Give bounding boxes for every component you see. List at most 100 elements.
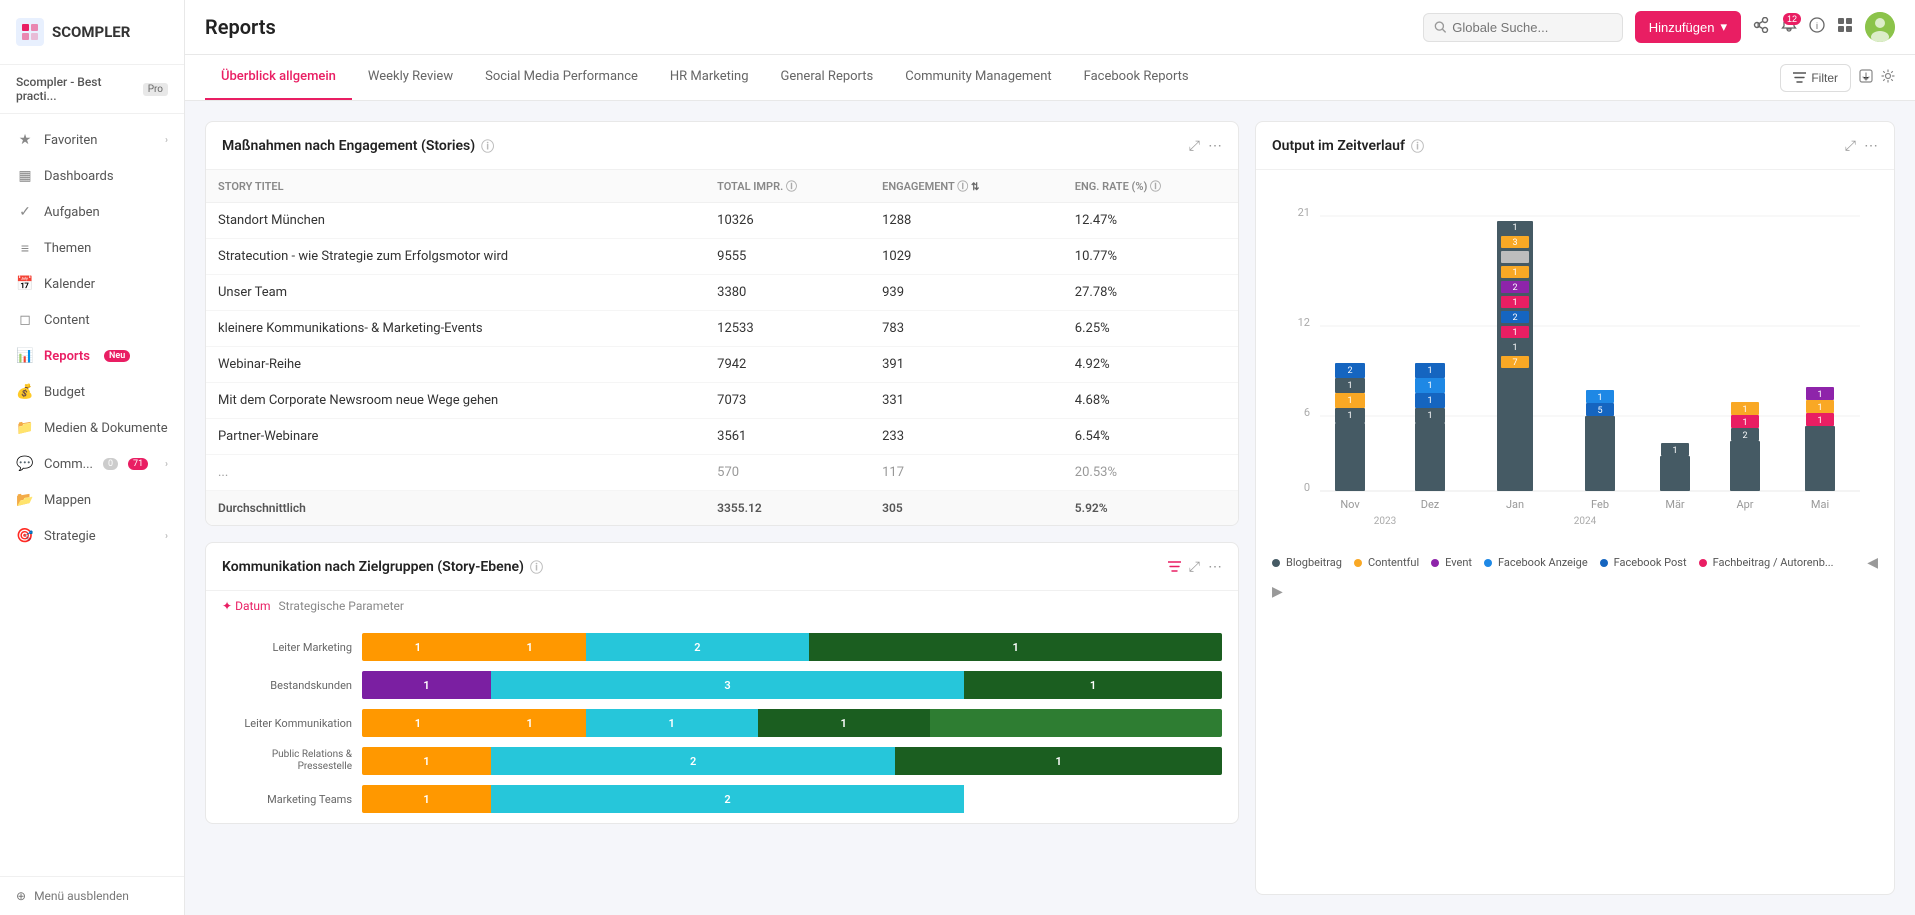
card-actions: ⤢ ⋯ [1168,558,1222,575]
table-row: Standort München 10326 1288 12.47% [206,203,1238,239]
gear-icon [1881,69,1895,83]
sidebar-item-budget[interactable]: 💰 Budget [0,374,184,410]
search-input[interactable] [1452,20,1611,35]
notification-button[interactable]: 12 [1781,17,1797,38]
cell-titel: ... [206,455,705,491]
tab-hr[interactable]: HR Marketing [654,55,765,100]
chart-next-button[interactable]: ▶ [1272,583,1283,600]
sidebar-item-comm[interactable]: 💬 Comm... 0 71 › [0,446,184,482]
hide-menu-button[interactable]: ⊕ Menü ausblenden [16,889,168,903]
svg-text:1: 1 [1817,416,1822,426]
bar-segment [930,709,1222,737]
search-box[interactable] [1423,13,1623,42]
sidebar-item-reports[interactable]: 📊 Reports Neu [0,338,184,374]
svg-text:1: 1 [1742,405,1747,415]
calendar-icon: 📅 [16,275,34,293]
cell-impr: 7942 [705,347,870,383]
sidebar-item-content[interactable]: ◻ Content [0,302,184,338]
sidebar-item-favoriten[interactable]: ★ Favoriten › [0,122,184,158]
sidebar-item-label: Kalender [44,277,95,292]
avg-label: Durchschnittlich [206,491,705,526]
svg-text:2: 2 [1512,283,1517,293]
cell-impr: 9555 [705,239,870,275]
workspace-row: Scompler - Best practi... Pro [0,65,184,114]
settings-button[interactable] [1881,69,1895,86]
legend-label: Contentful [1368,556,1419,569]
avatar[interactable] [1865,12,1895,42]
more-kommunikation-button[interactable]: ⋯ [1208,558,1222,575]
kommunikation-card-header: Kommunikation nach Zielgruppen (Story-Eb… [206,543,1238,591]
sidebar-item-strategie[interactable]: 🎯 Strategie › [0,518,184,554]
more-button[interactable]: ⋯ [1208,137,1222,154]
average-row: Durchschnittlich 3355.12 305 5.92% [206,491,1238,526]
sidebar-footer: ⊕ Menü ausblenden [0,876,184,915]
bar-label: Bestandskunden [222,679,362,692]
svg-text:12: 12 [1298,316,1310,329]
kommunikation-info-icon[interactable]: ⓘ [530,557,543,576]
sidebar-item-medien[interactable]: 📁 Medien & Dokumente [0,410,184,446]
cell-rate: 4.92% [1063,347,1238,383]
legend-event: Event [1431,556,1472,569]
chevron-right-icon: › [165,459,168,470]
col-info-icon[interactable]: ⓘ [957,180,968,193]
svg-text:5: 5 [1597,406,1602,416]
svg-text:6: 6 [1304,406,1310,419]
cell-titel: Unser Team [206,275,705,311]
cell-titel: Standort München [206,203,705,239]
col-info-icon[interactable]: ⓘ [1150,180,1161,193]
bar-segment: 1 [362,785,491,813]
tab-facebook[interactable]: Facebook Reports [1068,55,1205,100]
engagement-info-icon[interactable]: ⓘ [481,136,494,155]
add-button[interactable]: Hinzufügen ▾ [1635,11,1741,43]
tab-weekly[interactable]: Weekly Review [352,55,469,100]
sidebar-item-themen[interactable]: ≡ Themen [0,230,184,266]
strategie-icon: 🎯 [16,527,34,545]
svg-text:1: 1 [1512,223,1517,233]
col-info-icon[interactable]: ⓘ [786,180,797,193]
expand-kommunikation-button[interactable]: ⤢ [1189,558,1200,575]
chevron-down-icon: ▾ [1720,19,1727,35]
logo-icon [16,18,44,46]
sidebar-item-label: Content [44,313,90,328]
expand-output-button[interactable]: ⤢ [1845,137,1856,154]
expand-button[interactable]: ⤢ [1189,137,1200,154]
card-actions: ⤢ ⋯ [1189,137,1222,154]
cell-eng: 233 [870,419,1063,455]
info-icon: i [1809,17,1825,33]
sidebar-item-aufgaben[interactable]: ✓ Aufgaben [0,194,184,230]
info-button[interactable]: i [1809,17,1825,38]
export-button[interactable] [1859,69,1873,86]
sidebar-item-kalender[interactable]: 📅 Kalender [0,266,184,302]
tab-uberblick[interactable]: Überblick allgemein [205,55,352,100]
legend-dot-event [1431,559,1439,567]
bar-segment: 2 [491,747,895,775]
cell-eng: 331 [870,383,1063,419]
tab-social[interactable]: Social Media Performance [469,55,654,100]
cell-impr: 10326 [705,203,870,239]
sidebar-item-mappen[interactable]: 📂 Mappen [0,482,184,518]
cell-rate: 6.54% [1063,419,1238,455]
table-row: Unser Team 3380 939 27.78% [206,275,1238,311]
filter-button[interactable]: Filter [1780,64,1851,92]
chart-prev-button[interactable]: ◀ [1867,554,1878,571]
logo-text: SCOMPLER [52,23,130,41]
share-button[interactable] [1753,17,1769,38]
cell-titel: Stratecution - wie Strategie zum Erfolgs… [206,239,705,275]
kommunikation-card: Kommunikation nach Zielgruppen (Story-Eb… [205,542,1239,824]
bar-segment: 1 [809,633,1222,661]
more-output-button[interactable]: ⋯ [1864,137,1878,154]
sort-icon[interactable]: ⇅ [971,182,979,193]
bar-segment: 1 [895,747,1222,775]
output-info-icon[interactable]: ⓘ [1411,136,1424,155]
tab-general[interactable]: General Reports [765,55,890,100]
filter-card-button[interactable] [1168,559,1181,575]
avg-eng: 305 [870,491,1063,526]
grid-button[interactable] [1837,17,1853,38]
themen-icon: ≡ [16,239,34,257]
legend-dot-facebook-post [1600,559,1608,567]
legend-blogbeitrag: Blogbeitrag [1272,556,1342,569]
avg-impr: 3355.12 [705,491,870,526]
tab-community[interactable]: Community Management [889,55,1067,100]
sidebar-item-dashboards[interactable]: ▦ Dashboards [0,158,184,194]
bar-track: 1 1 1 1 [362,709,1222,737]
